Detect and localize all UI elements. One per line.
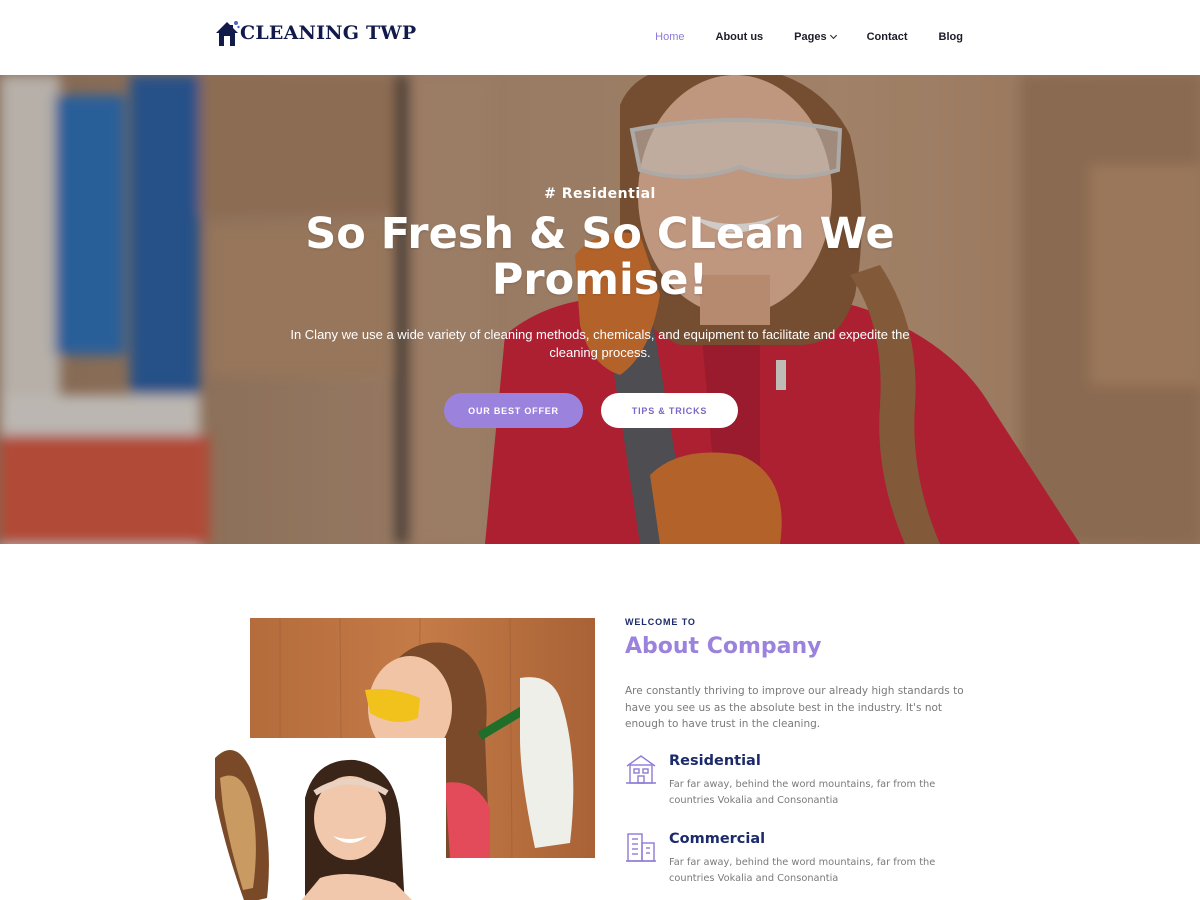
hero-title: So Fresh & So CLean We Promise! [305,209,895,305]
main-nav: Home About us Pages Contact Blog [624,30,963,44]
hero-overlay [0,75,1200,544]
feature-title: Residential [669,753,761,769]
nav-item-pages-label: Pages [794,31,827,43]
house-icon [626,755,656,784]
about-title: About Company [625,634,822,659]
tips-and-tricks-button[interactable]: TIPS & TRICKS [601,393,738,428]
nav-item-pages[interactable]: Pages [794,30,837,44]
nav-item-contact[interactable]: Contact [867,30,908,44]
site-header: CLEANING TWP Home About us Pages Contact… [0,0,1200,75]
hero-description: In Clany we use a wide variety of cleani… [290,327,910,360]
building-icon [626,833,656,862]
feature-text: Far far away, behind the word mountains,… [669,857,936,884]
feature-title: Commercial [669,831,766,847]
site-logo[interactable]: CLEANING TWP [214,18,416,48]
nav-item-home[interactable]: Home [655,30,684,44]
hero-section: # Residential So Fresh & So CLean We Pro… [0,75,1200,544]
hero-subtitle: # Residential [544,186,656,202]
chevron-down-icon [829,31,837,40]
house-logo-icon [216,21,240,46]
logo-text: CLEANING TWP [240,22,417,44]
about-text: Are constantly thriving to improve our a… [625,685,964,730]
about-image-duster [205,738,446,900]
nav-item-blog[interactable]: Blog [939,30,963,44]
feature-text: Far far away, behind the word mountains,… [669,779,936,806]
our-best-offer-button[interactable]: OUR BEST OFFER [444,393,583,428]
about-kicker: WELCOME TO [625,617,696,627]
nav-item-about-us[interactable]: About us [716,30,764,44]
